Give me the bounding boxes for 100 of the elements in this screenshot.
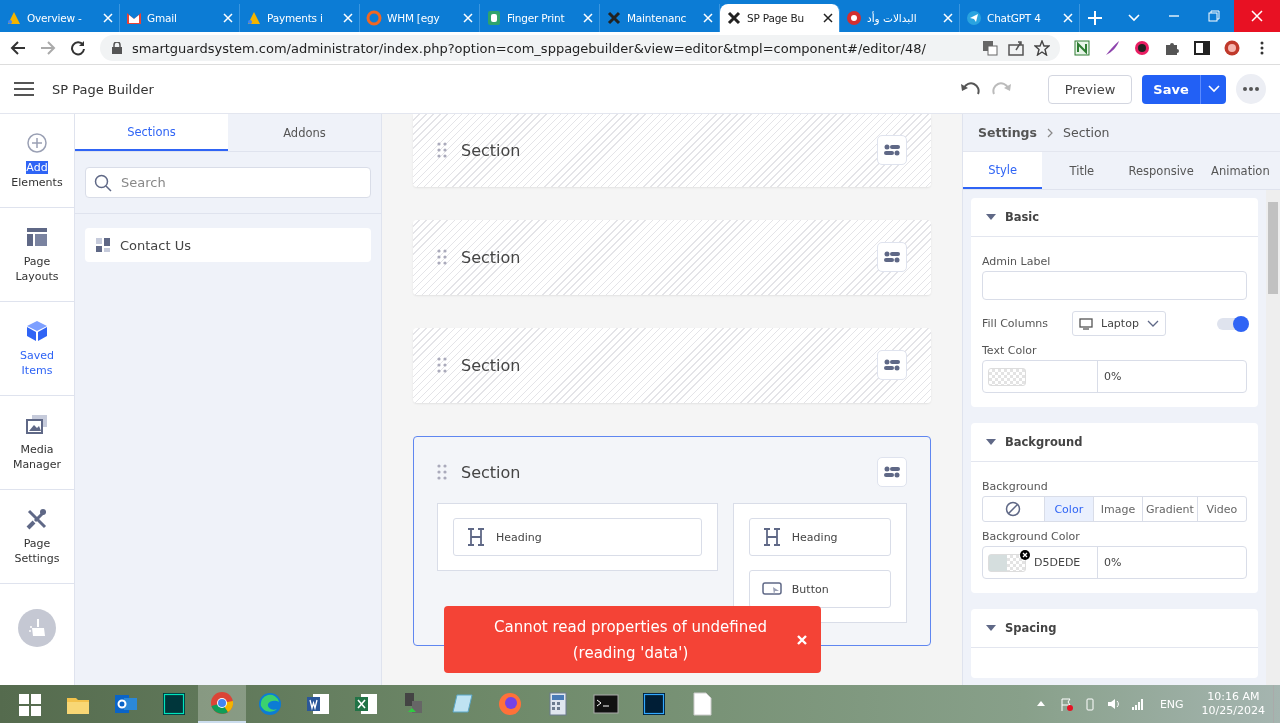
back-icon[interactable] xyxy=(10,40,26,56)
panel-tab[interactable]: Addons xyxy=(228,114,381,151)
preview-button[interactable]: Preview xyxy=(1048,74,1132,104)
sliders-icon xyxy=(884,359,900,371)
sliders-icon xyxy=(884,144,900,156)
drag-handle-icon[interactable] xyxy=(437,357,447,373)
group-header[interactable]: Spacing xyxy=(971,609,1258,648)
monitor-icon xyxy=(1079,317,1093,330)
field-label: Admin Label xyxy=(982,255,1052,268)
cube-icon xyxy=(26,319,48,342)
sidebar-icon[interactable] xyxy=(1194,40,1210,56)
layout-icon xyxy=(26,225,48,248)
field-label: Background xyxy=(982,480,1049,493)
settings-tab[interactable]: Responsive xyxy=(1121,152,1201,189)
sidebar-item[interactable]: Page Layouts xyxy=(0,208,74,302)
drag-handle-icon[interactable] xyxy=(437,249,447,265)
section-block[interactable]: Section xyxy=(413,220,931,295)
ring-icon xyxy=(366,10,382,26)
section-block[interactable]: Section xyxy=(413,328,931,403)
search-icon xyxy=(94,174,112,192)
caret-down-icon xyxy=(986,437,996,447)
close-icon[interactable] xyxy=(823,13,833,23)
segment-option[interactable]: Color xyxy=(1044,497,1094,521)
app-title: SP Page Builder xyxy=(52,81,154,97)
ball-icon xyxy=(846,10,862,26)
section-title: Section xyxy=(461,247,521,267)
field-label: Text Color xyxy=(982,344,1038,357)
triangle-icon xyxy=(6,10,22,26)
addon-item[interactable]: Heading xyxy=(748,518,891,556)
field-label: Background Color xyxy=(982,530,1081,543)
section-settings-button[interactable] xyxy=(877,242,907,272)
segment-option[interactable]: Video xyxy=(1197,497,1246,521)
image-editor-icon xyxy=(640,690,668,718)
more-button[interactable] xyxy=(1236,74,1266,104)
blocks-icon xyxy=(96,238,110,252)
section-settings-button[interactable] xyxy=(877,350,907,380)
device-dropdown[interactable]: Laptop xyxy=(1072,311,1166,336)
paper-plane-icon xyxy=(966,10,982,26)
share-icon[interactable] xyxy=(1008,40,1024,56)
browser-icon xyxy=(208,689,236,717)
sidebar-item[interactable]: Page Settings xyxy=(0,490,74,584)
breadcrumb-item: Section xyxy=(1063,125,1110,140)
undo-icon[interactable] xyxy=(960,82,980,96)
caret-down-icon xyxy=(986,212,996,222)
save-options-button[interactable] xyxy=(1200,74,1226,104)
section-settings-button[interactable] xyxy=(877,457,907,487)
segment-option[interactable]: Image xyxy=(1093,497,1143,521)
lock-icon xyxy=(112,42,122,54)
tools-icon xyxy=(26,507,48,530)
sidebar-item[interactable]: Media Manager xyxy=(0,396,74,490)
browser-tab[interactable]: SP Page Bu xyxy=(720,4,840,32)
chevron-down-icon[interactable] xyxy=(1128,14,1140,22)
flag-icon[interactable] xyxy=(1058,697,1073,711)
address-bar[interactable]: smartguardsystem.com/administrator/index.php?option=com_sppagebuilder&view=editor&tmpl=component#/editor/48/ xyxy=(100,35,1060,61)
mail-icon xyxy=(126,10,142,26)
drag-handle-icon[interactable] xyxy=(437,464,447,480)
toggle-switch[interactable] xyxy=(1217,317,1247,330)
settings-tab[interactable]: Title xyxy=(1042,152,1122,189)
save-button[interactable]: Save xyxy=(1142,74,1200,104)
section-item[interactable]: Contact Us xyxy=(85,228,371,262)
settings-tab[interactable]: Style xyxy=(963,152,1043,189)
image-icon xyxy=(26,413,48,436)
avatar-icon[interactable] xyxy=(1224,40,1240,56)
puzzle-icon[interactable] xyxy=(1164,40,1180,56)
extension-icon[interactable] xyxy=(1074,40,1090,56)
restore-icon[interactable] xyxy=(1208,10,1220,22)
menu-icon[interactable] xyxy=(14,81,34,97)
segment-option[interactable]: Gradient xyxy=(1143,497,1198,521)
sidebar-item[interactable]: Saved Items xyxy=(0,302,74,396)
reload-icon[interactable] xyxy=(70,40,86,56)
star-icon[interactable] xyxy=(1034,40,1050,56)
speaker-icon[interactable] xyxy=(1106,697,1121,711)
group-header[interactable]: Background xyxy=(971,423,1258,462)
circle-icon[interactable] xyxy=(1134,40,1150,56)
scrollbar[interactable] xyxy=(1266,190,1280,685)
signal-icon[interactable] xyxy=(1130,697,1145,711)
addon-item[interactable]: Button xyxy=(748,570,891,608)
triangle-icon xyxy=(246,10,262,26)
forward-icon[interactable] xyxy=(40,40,56,56)
breadcrumb-item[interactable]: Settings xyxy=(978,125,1037,140)
group-header[interactable]: Basic xyxy=(971,198,1258,237)
cross-icon xyxy=(606,10,622,26)
button-icon xyxy=(761,582,782,596)
addon-item[interactable]: Heading xyxy=(453,518,702,556)
panel-tab[interactable]: Sections xyxy=(75,114,228,151)
search-field[interactable]: Search xyxy=(85,167,371,198)
drag-handle-icon[interactable] xyxy=(437,142,447,158)
sliders-icon xyxy=(884,251,900,263)
sidebar-item[interactable]: Add Elements xyxy=(0,114,74,208)
section-block[interactable]: Section xyxy=(413,114,931,187)
translate-icon[interactable] xyxy=(982,40,998,56)
feather-icon[interactable] xyxy=(1104,40,1120,56)
chevron-down-icon xyxy=(1146,319,1159,328)
section-settings-button[interactable] xyxy=(877,135,907,165)
settings-tab[interactable]: Animation xyxy=(1200,152,1280,189)
plus-icon[interactable] xyxy=(1088,11,1102,25)
section-title: Section xyxy=(461,140,521,160)
field-label: Fill Columns xyxy=(982,317,1050,330)
fox-browser-icon xyxy=(496,690,524,718)
text-field[interactable] xyxy=(982,271,1247,300)
